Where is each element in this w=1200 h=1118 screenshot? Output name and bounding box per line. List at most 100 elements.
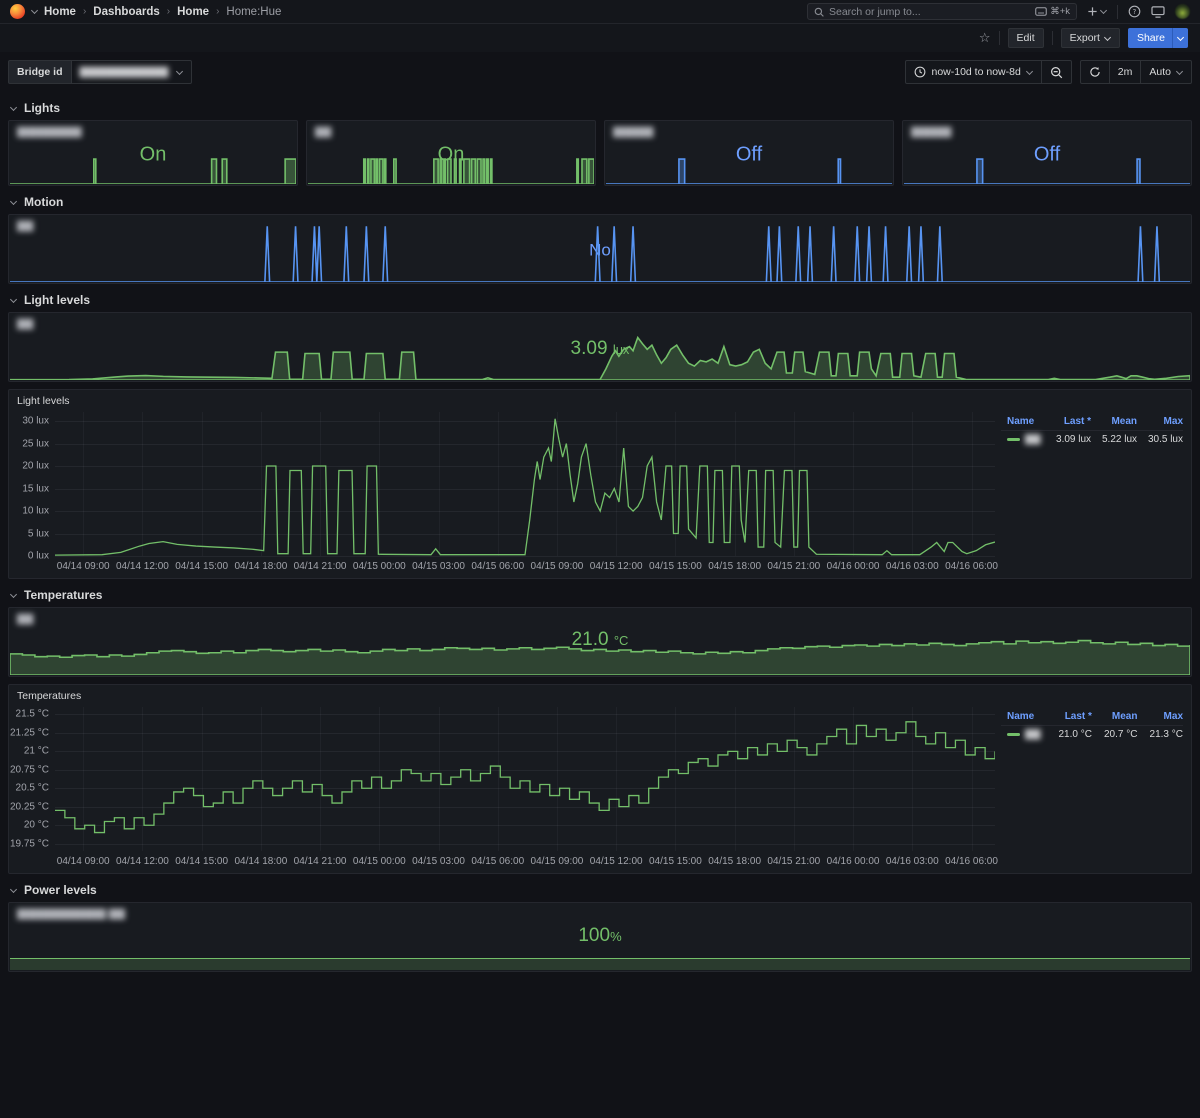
x-axis-label: 04/15 21:00 [767,856,820,867]
edit-button[interactable]: Edit [1008,28,1044,48]
x-axis-label: 04/14 21:00 [294,561,347,572]
light-stat-panel-4[interactable]: ▇▇▇▇▇ Off [902,120,1192,186]
light-stat-panel-1[interactable]: ▇▇▇▇▇▇▇▇ On [8,120,298,186]
timeseries-chart [55,707,995,851]
legend-header-max[interactable]: Max [1137,414,1183,431]
section-light-levels[interactable]: Light levels [0,284,1200,312]
x-axis-label: 04/16 03:00 [886,856,939,867]
x-axis-label: 04/15 09:00 [531,561,584,572]
chevron-down-icon [1100,8,1107,15]
section-collapse-icon [10,199,17,206]
y-axis-label: 5 lux [28,528,49,539]
x-axis-label: 04/14 18:00 [234,561,287,572]
breadcrumb-home[interactable]: Home [44,6,76,18]
refresh-interval-select[interactable]: 2m [1110,61,1141,83]
refresh-button[interactable] [1081,61,1109,83]
nav-divider [1117,5,1118,19]
legend-row[interactable]: ▇▇ 3.09 lux 5.22 lux 30.5 lux [1001,431,1183,448]
legend-header-last[interactable]: Last * [1046,709,1092,726]
x-axis-label: 04/15 15:00 [649,856,702,867]
sparkline-chart [10,635,1190,675]
time-range-picker[interactable]: now-10d to now-8d [906,61,1040,83]
series-name-redacted: ▇▇ [1025,434,1040,445]
section-lights[interactable]: Lights [0,92,1200,120]
share-button[interactable]: Share [1128,28,1172,48]
legend-header-mean[interactable]: Mean [1091,414,1137,431]
zoom-out-button[interactable] [1042,61,1071,83]
section-temperatures[interactable]: Temperatures [0,579,1200,607]
x-axis-label: 04/15 00:00 [353,856,406,867]
toolbar-divider [999,31,1000,45]
auto-refresh-select[interactable]: Auto [1141,61,1191,83]
section-collapse-icon [10,105,17,112]
x-axis-label: 04/16 03:00 [886,561,939,572]
temperature-stat-panel[interactable]: ▇▇ 21.0 °C [8,607,1192,677]
power-level-bar [10,958,1190,970]
power-stat-panel[interactable]: ▇▇▇▇▇▇▇▇▇▇▇ ▇▇ 100% [8,902,1192,972]
x-axis-label: 04/14 15:00 [175,561,228,572]
legend-header-max[interactable]: Max [1137,709,1183,726]
help-button[interactable]: ? [1128,5,1141,18]
legend-last-value: 21.0 °C [1046,726,1092,743]
grafana-logo-icon[interactable] [10,4,25,19]
light-levels-chart-panel[interactable]: Light levels 0 lux5 lux10 lux15 lux20 lu… [8,389,1192,579]
section-power-levels[interactable]: Power levels [0,874,1200,902]
breadcrumb-home-folder[interactable]: Home [177,6,209,18]
share-menu-button[interactable] [1172,28,1188,48]
org-switcher-chevron-icon[interactable] [31,8,38,15]
favorite-star-icon[interactable]: ☆ [979,30,991,46]
y-axis-label: 20.75 °C [10,764,49,775]
legend-header-name[interactable]: Name [1001,414,1045,431]
monitor-icon [1151,6,1165,18]
section-collapse-icon [10,592,17,599]
breadcrumb-separator: › [83,6,86,17]
x-axis-label: 04/15 06:00 [471,561,524,572]
panel-title-redacted: ▇▇ [9,313,1191,330]
toolbar-divider [1052,31,1053,45]
help-icon: ? [1128,5,1141,18]
refresh-icon [1089,66,1101,78]
legend-header-name[interactable]: Name [1001,709,1046,726]
light-stat-panel-2[interactable]: ▇▇ On [306,120,596,186]
section-motion[interactable]: Motion [0,186,1200,214]
bridge-id-select[interactable]: ▇▇▇▇▇▇▇▇▇▇▇ [71,60,193,84]
legend-header-last[interactable]: Last * [1045,414,1091,431]
dashboard-submenu: Bridge id ▇▇▇▇▇▇▇▇▇▇▇ now-10d to now-8d … [0,52,1200,92]
timeseries-chart [55,412,995,556]
search-input[interactable]: Search or jump to... ⌘+k [807,3,1077,20]
breadcrumb-dashboards[interactable]: Dashboards [93,6,159,18]
bridge-id-value-redacted: ▇▇▇▇▇▇▇▇▇▇▇ [80,66,169,78]
user-avatar[interactable] [1175,4,1190,19]
x-axis-label: 04/15 12:00 [590,856,643,867]
x-axis-label: 04/15 21:00 [767,561,820,572]
news-button[interactable] [1151,6,1165,18]
x-axis-label: 04/14 21:00 [294,856,347,867]
light-stat-panel-3[interactable]: ▇▇▇▇▇ Off [604,120,894,186]
temperatures-legend: Name Last * Mean Max ▇▇ 21.0 °C 20.7 °C … [1001,709,1183,742]
stat-value: 100% [9,925,1191,947]
export-button[interactable]: Export [1061,28,1120,48]
light-level-stat-panel[interactable]: ▇▇ 3.09 lux [8,312,1192,382]
legend-header-mean[interactable]: Mean [1092,709,1138,726]
panel-title: Light levels [9,390,1191,407]
panel-title-redacted: ▇▇▇▇▇▇▇▇ [9,121,297,138]
motion-stat-panel[interactable]: ▇▇ No [8,214,1192,284]
temperatures-chart-panel[interactable]: Temperatures 19.75 °C20 °C20.25 °C20.5 °… [8,684,1192,874]
x-axis-label: 04/15 03:00 [412,856,465,867]
legend-row[interactable]: ▇▇ 21.0 °C 20.7 °C 21.3 °C [1001,726,1183,743]
sparkline-chart [10,334,1190,380]
breadcrumb-separator: › [167,6,170,17]
add-new-button[interactable] [1087,6,1107,17]
sparkline-chart [606,158,892,184]
panel-title-redacted: ▇▇▇▇▇ [903,121,1191,138]
x-axis-label: 04/15 09:00 [531,856,584,867]
breadcrumb-separator: › [216,6,219,17]
x-axis-label: 04/15 18:00 [708,561,761,572]
dashboard-toolbar: ☆ Edit Export Share [0,24,1200,52]
panel-title-redacted: ▇▇▇▇▇ [605,121,893,138]
search-shortcut-badge: ⌘+k [1035,6,1070,17]
temperatures-plot: 19.75 °C20 °C20.25 °C20.5 °C20.75 °C21 °… [55,707,995,851]
chevron-down-icon [176,69,183,76]
plus-icon [1087,6,1098,17]
time-range-label: now-10d to now-8d [931,66,1020,78]
